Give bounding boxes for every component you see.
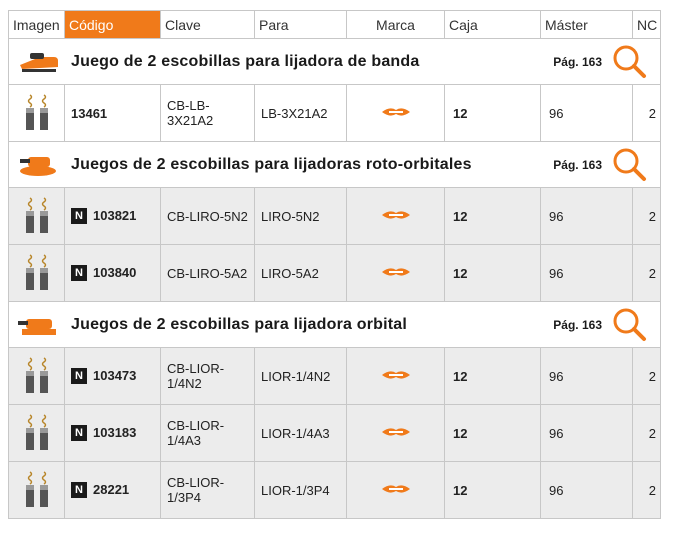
brand-logo-icon: [380, 483, 411, 494]
product-code: 103473: [93, 367, 137, 383]
brush-catalog-table: Imagen Código Clave Para Marca Caja Mást…: [8, 10, 661, 519]
col-marca[interactable]: Marca: [346, 10, 445, 39]
caja-cell: 12: [444, 404, 541, 462]
page-reference[interactable]: Pág. 163: [553, 158, 602, 172]
para-cell: LB-3X21A2: [254, 84, 347, 142]
brand-logo-icon: [380, 426, 411, 437]
section-title: Juego de 2 escobillas para lijadora de b…: [71, 52, 420, 70]
brand-logo-icon: [380, 209, 411, 220]
product-code: 103183: [93, 424, 137, 440]
clave-cell: CB-LIRO-5A2: [160, 244, 255, 302]
table-row[interactable]: N 103840 CB-LIRO-5A2 LIRO-5A2 12 96 2: [8, 244, 661, 302]
col-clave[interactable]: Clave: [160, 10, 255, 39]
magnifier-icon[interactable]: [610, 146, 650, 184]
section-title: Juegos de 2 escobillas para lijadora orb…: [71, 315, 408, 333]
nc-cell: 2: [632, 187, 661, 245]
col-codigo[interactable]: Código: [64, 10, 161, 39]
brand-logo-icon: [380, 266, 411, 277]
nc-cell: 2: [632, 347, 661, 405]
master-cell: 96: [540, 84, 633, 142]
carbon-brush-icon: [24, 196, 49, 234]
product-code: 103840: [93, 264, 137, 280]
master-cell: 96: [540, 187, 633, 245]
para-cell: LIOR-1/4N2: [254, 347, 347, 405]
caja-cell: 12: [444, 347, 541, 405]
product-code: 28221: [93, 481, 130, 497]
col-caja[interactable]: Caja: [444, 10, 541, 39]
page-reference[interactable]: Pág. 163: [553, 55, 602, 69]
new-badge: N: [71, 482, 87, 499]
para-cell: LIRO-5N2: [254, 187, 347, 245]
carbon-brush-icon: [24, 93, 49, 131]
brand-logo-icon: [380, 369, 411, 380]
table-row[interactable]: N 103473 CB-LIOR-1/4N2 LIOR-1/4N2 12 96 2: [8, 347, 661, 405]
carbon-brush-icon: [24, 413, 49, 451]
master-cell: 96: [540, 347, 633, 405]
caja-cell: 12: [444, 461, 541, 519]
new-badge: N: [71, 265, 87, 282]
magnifier-icon[interactable]: [610, 43, 650, 81]
clave-cell: CB-LIOR-1/4A3: [160, 404, 255, 462]
master-cell: 96: [540, 404, 633, 462]
new-badge: N: [71, 208, 87, 225]
clave-cell: CB-LB-3X21A2: [160, 84, 255, 142]
nc-cell: 2: [632, 244, 661, 302]
master-cell: 96: [540, 244, 633, 302]
clave-cell: CB-LIOR-1/3P4: [160, 461, 255, 519]
col-para[interactable]: Para: [254, 10, 347, 39]
nc-cell: 2: [632, 461, 661, 519]
brand-logo-icon: [380, 106, 411, 117]
carbon-brush-icon: [24, 356, 49, 394]
carbon-brush-icon: [24, 470, 49, 508]
para-cell: LIOR-1/3P4: [254, 461, 347, 519]
belt-sander-icon: [15, 47, 61, 77]
nc-cell: 2: [632, 404, 661, 462]
magnifier-icon[interactable]: [610, 306, 650, 344]
section-header: Juegos de 2 escobillas para lijadora orb…: [8, 301, 661, 348]
master-cell: 96: [540, 461, 633, 519]
nc-cell: 2: [632, 84, 661, 142]
section-title: Juegos de 2 escobillas para lijadoras ro…: [71, 155, 472, 173]
caja-cell: 12: [444, 187, 541, 245]
caja-cell: 12: [444, 84, 541, 142]
section-header: Juego de 2 escobillas para lijadora de b…: [8, 38, 661, 85]
table-row[interactable]: N 103183 CB-LIOR-1/4A3 LIOR-1/4A3 12 96 2: [8, 404, 661, 462]
carbon-brush-icon: [24, 253, 49, 291]
col-master[interactable]: Máster: [540, 10, 633, 39]
new-badge: N: [71, 368, 87, 385]
new-badge: N: [71, 425, 87, 442]
para-cell: LIRO-5A2: [254, 244, 347, 302]
col-imagen: Imagen: [8, 10, 65, 39]
clave-cell: CB-LIRO-5N2: [160, 187, 255, 245]
orbital-sander-icon: [15, 310, 61, 340]
page-reference[interactable]: Pág. 163: [553, 318, 602, 332]
product-code: 13461: [71, 105, 108, 121]
para-cell: LIOR-1/4A3: [254, 404, 347, 462]
caja-cell: 12: [444, 244, 541, 302]
header-row: Imagen Código Clave Para Marca Caja Mást…: [8, 10, 661, 39]
section-header: Juegos de 2 escobillas para lijadoras ro…: [8, 141, 661, 188]
table-row[interactable]: 13461 CB-LB-3X21A2 LB-3X21A2 12 96 2: [8, 84, 661, 142]
col-nc[interactable]: NC: [632, 10, 661, 39]
clave-cell: CB-LIOR-1/4N2: [160, 347, 255, 405]
catalog-page: Imagen Código Clave Para Marca Caja Mást…: [0, 0, 675, 558]
table-row[interactable]: N 28221 CB-LIOR-1/3P4 LIOR-1/3P4 12 96 2: [8, 461, 661, 519]
table-row[interactable]: N 103821 CB-LIRO-5N2 LIRO-5N2 12 96 2: [8, 187, 661, 245]
product-code: 103821: [93, 207, 137, 223]
random-orbital-sander-icon: [15, 150, 61, 180]
